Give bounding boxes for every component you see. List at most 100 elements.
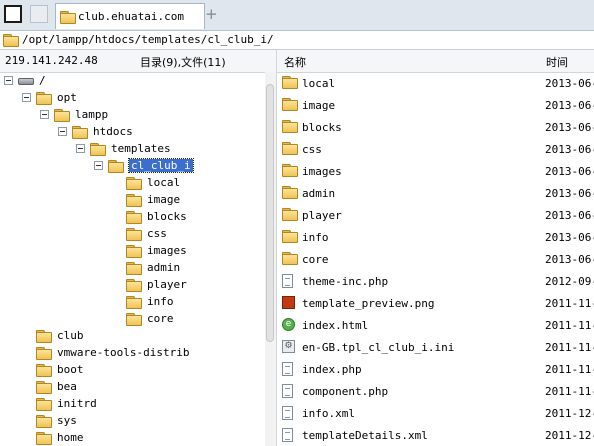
file-row[interactable]: info 2013-06- — [278, 227, 594, 249]
tree-node-label: templates — [111, 142, 171, 155]
file-row[interactable]: admin 2013-06- — [278, 183, 594, 205]
folder-icon — [36, 432, 52, 445]
tree-node-label: / — [39, 74, 46, 87]
file-row[interactable]: templateDetails.xml 2011-12- — [278, 425, 594, 446]
column-header-time[interactable]: 时间 — [546, 54, 568, 70]
php-file-icon — [282, 274, 293, 288]
file-row[interactable]: info.xml 2011-12- — [278, 403, 594, 425]
blank-tab-icon[interactable] — [30, 5, 48, 23]
file-row[interactable]: core 2013-06- — [278, 249, 594, 271]
file-time: 2013-06- — [545, 99, 594, 112]
file-row[interactable]: theme-inc.php 2012-09- — [278, 271, 594, 293]
collapse-toggle[interactable] — [76, 144, 85, 153]
folder-icon — [126, 194, 142, 207]
file-row[interactable]: css 2013-06- — [278, 139, 594, 161]
tree-node-label: bea — [57, 380, 77, 393]
tab-bar: club.ehuatai.com + — [0, 0, 594, 31]
tree-node-label: cl_club_i — [128, 158, 194, 173]
collapse-toggle[interactable] — [94, 161, 103, 170]
file-name: blocks — [302, 121, 342, 134]
folder-icon — [126, 313, 142, 326]
folder-icon — [282, 164, 298, 177]
folder-icon — [60, 11, 76, 24]
file-time: 2013-06- — [545, 253, 594, 266]
file-time: 2011-11- — [545, 363, 594, 376]
file-row[interactable]: local 2013-06- — [278, 73, 594, 95]
file-row[interactable]: component.php 2011-11- — [278, 381, 594, 403]
tree-node-label: initrd — [57, 397, 97, 410]
file-name: player — [302, 209, 342, 222]
php-file-icon — [282, 362, 293, 376]
tree-node-label: boot — [57, 363, 84, 376]
folder-icon — [72, 126, 88, 139]
pane-splitter[interactable] — [276, 50, 277, 446]
file-time: 2011-11- — [545, 341, 594, 354]
file-row[interactable]: player 2013-06- — [278, 205, 594, 227]
file-name: index.html — [302, 319, 369, 332]
tab-title: club.ehuatai.com — [78, 10, 184, 23]
folder-icon — [282, 98, 298, 111]
file-row[interactable]: ⚙ en-GB.tpl_cl_club_i.ini 2011-11- — [278, 337, 594, 359]
collapse-toggle[interactable] — [22, 93, 31, 102]
tree-node-label: local — [147, 176, 181, 189]
file-name: index.php — [302, 363, 362, 376]
file-name: image — [302, 99, 336, 112]
dir-file-summary: 目录(9),文件(11) — [140, 56, 226, 69]
folder-icon — [36, 415, 52, 428]
file-time: 2013-06- — [545, 143, 594, 156]
drive-icon — [18, 78, 34, 85]
file-row[interactable]: image 2013-06- — [278, 95, 594, 117]
folder-icon — [108, 160, 124, 173]
file-row[interactable]: template_preview.png 2011-11- — [278, 293, 594, 315]
file-name: css — [302, 143, 322, 156]
collapse-toggle[interactable] — [4, 76, 13, 85]
window-icon[interactable] — [4, 5, 22, 23]
file-row[interactable]: blocks 2013-06- — [278, 117, 594, 139]
tree-node-label: admin — [147, 261, 181, 274]
file-name: info — [302, 231, 329, 244]
file-name: template_preview.png — [302, 297, 435, 310]
xml-file-icon — [282, 406, 293, 420]
file-time: 2013-06- — [545, 209, 594, 222]
tab-server[interactable]: club.ehuatai.com — [55, 3, 205, 29]
list-header: 219.141.242.48 目录(9),文件(11) 名称 时间 — [0, 50, 594, 73]
folder-icon — [36, 398, 52, 411]
tree-node-label: home — [57, 431, 84, 444]
folder-icon — [36, 381, 52, 394]
file-time: 2013-06- — [545, 77, 594, 90]
tree-node-label: club — [57, 329, 84, 342]
tree-node-label: info — [147, 295, 174, 308]
file-time: 2013-06- — [545, 231, 594, 244]
file-name: admin — [302, 187, 336, 200]
file-time: 2011-11- — [545, 297, 594, 310]
image-file-icon — [282, 296, 295, 309]
folder-icon — [126, 228, 142, 241]
file-row[interactable]: images 2013-06- — [278, 161, 594, 183]
scrollbar-thumb[interactable] — [266, 84, 274, 342]
folder-icon — [126, 211, 142, 224]
folder-icon — [282, 76, 298, 89]
path-text: /opt/lampp/htdocs/templates/cl_club_i/ — [22, 33, 274, 46]
file-name: en-GB.tpl_cl_club_i.ini — [302, 341, 455, 354]
tree-node-label: htdocs — [93, 125, 133, 138]
collapse-toggle[interactable] — [40, 110, 49, 119]
file-name: local — [302, 77, 336, 90]
tree-node-label: vmware-tools-distrib — [57, 346, 190, 359]
host-address: 219.141.242.48 — [5, 54, 98, 67]
folder-icon — [126, 296, 142, 309]
collapse-toggle[interactable] — [58, 127, 67, 136]
folder-icon — [126, 177, 142, 190]
path-bar[interactable]: /opt/lampp/htdocs/templates/cl_club_i/ — [0, 31, 594, 50]
file-time: 2013-06- — [545, 165, 594, 178]
file-row[interactable]: e index.html 2011-11- — [278, 315, 594, 337]
file-name: info.xml — [302, 407, 355, 420]
folder-icon — [90, 143, 106, 156]
tree-scrollbar[interactable] — [265, 72, 276, 446]
folder-icon — [282, 120, 298, 133]
column-header-name[interactable]: 名称 — [284, 54, 306, 70]
file-row[interactable]: index.php 2011-11- — [278, 359, 594, 381]
folder-icon — [282, 252, 298, 265]
php-file-icon — [282, 384, 293, 398]
new-tab-button[interactable]: + — [205, 5, 218, 23]
html-file-icon: e — [282, 318, 295, 331]
